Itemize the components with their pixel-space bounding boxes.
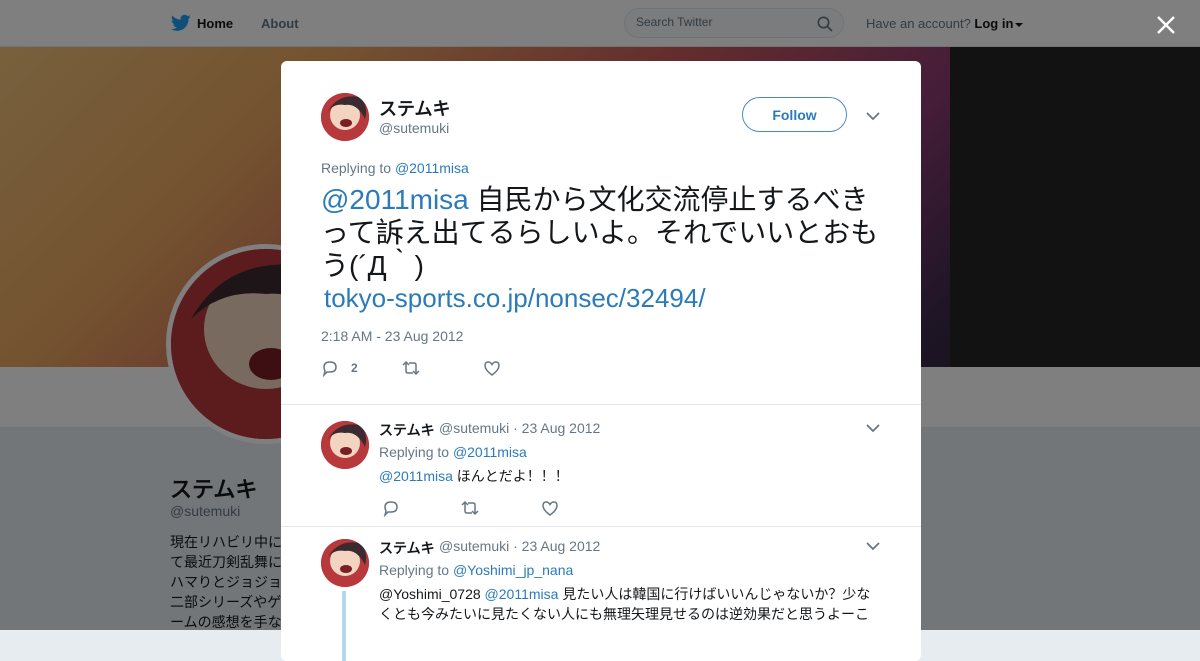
like-icon[interactable] [483, 359, 501, 377]
like-icon[interactable] [541, 499, 559, 517]
reply-meta: @sutemuki · 23 Aug 2012 [439, 538, 600, 554]
tweet-timestamp[interactable]: 2:18 AM - 23 Aug 2012 [321, 328, 463, 344]
tweet-url-link[interactable]: tokyo-sports.co.jp/nonsec/32494/ [324, 283, 706, 314]
tweet-actions: 2 [321, 359, 521, 379]
reply-handle[interactable]: @sutemuki [439, 538, 509, 554]
replying-to-prefix: Replying to [379, 444, 450, 460]
retweet-icon[interactable] [402, 359, 420, 377]
reply-mention-link[interactable]: @2011misa [379, 468, 453, 484]
replying-to-prefix: Replying to [379, 562, 450, 578]
reply-date[interactable]: · 23 Aug 2012 [513, 420, 600, 436]
reply-mention-link[interactable]: @2011misa [485, 586, 559, 602]
chevron-down-icon[interactable] [866, 541, 880, 551]
thread-connector [342, 591, 346, 661]
reply-text: @2011misa ほんとだよ！！！ [379, 466, 879, 486]
author-avatar[interactable] [321, 93, 369, 141]
replying-to-link[interactable]: @2011misa [453, 444, 527, 460]
chevron-down-icon[interactable] [866, 111, 880, 121]
chevron-down-icon[interactable] [866, 423, 880, 433]
reply-icon[interactable] [321, 359, 339, 377]
reply-prefix-text: @Yoshimi_0728 [379, 586, 485, 602]
tweet-text: @2011misa 自民から文化交流停止するべきって訴え出てるらしいよ。それでい… [321, 183, 881, 282]
retweet-icon[interactable] [461, 499, 479, 517]
reply-handle[interactable]: @sutemuki [439, 420, 509, 436]
reply-author-name[interactable]: ステムキ [379, 538, 435, 558]
reply-avatar[interactable] [321, 421, 369, 469]
author-name[interactable]: ステムキ [379, 95, 450, 121]
follow-button[interactable]: Follow [742, 97, 847, 132]
reply-actions [382, 499, 582, 519]
tweet-mention-link[interactable]: @2011misa [321, 184, 469, 215]
divider [281, 526, 921, 527]
reply-date[interactable]: · 23 Aug 2012 [513, 538, 600, 554]
reply-avatar[interactable] [321, 539, 369, 587]
reply-text: @Yoshimi_0728 @2011misa 見たい人は韓国に行けばいいんじゃ… [379, 584, 875, 624]
replying-to-prefix: Replying to [321, 160, 392, 176]
reply-replying-to: Replying to @Yoshimi_jp_nana [379, 562, 573, 578]
replying-to-link[interactable]: @2011misa [395, 160, 469, 176]
tweet-modal: ステムキ @sutemuki Follow Replying to @2011m… [281, 61, 921, 661]
reply-replying-to: Replying to @2011misa [379, 444, 527, 460]
reply-author-name[interactable]: ステムキ [379, 420, 435, 440]
replying-to-link[interactable]: @Yoshimi_jp_nana [453, 562, 573, 578]
reply-body: ほんとだよ！！！ [452, 468, 569, 484]
author-handle[interactable]: @sutemuki [379, 120, 449, 136]
reply-count: 2 [351, 361, 358, 375]
close-icon[interactable] [1155, 14, 1177, 36]
divider [281, 404, 921, 405]
reply-icon[interactable] [382, 499, 400, 517]
reply-meta: @sutemuki · 23 Aug 2012 [439, 420, 600, 436]
replying-to: Replying to @2011misa [321, 160, 469, 176]
